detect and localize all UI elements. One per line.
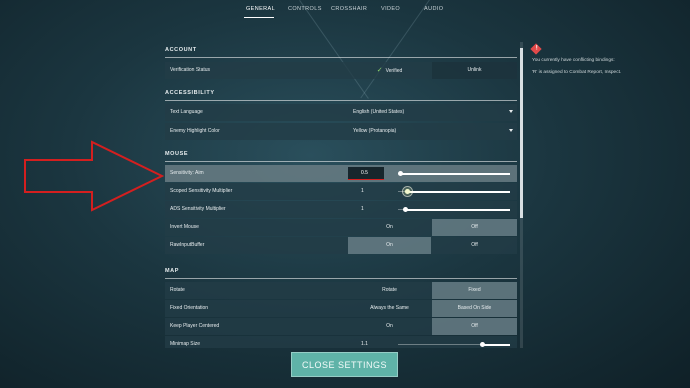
dropdown-value: Yellow (Protanopia) [353,128,397,134]
rotate-option-fixed[interactable]: Fixed [432,282,517,299]
slider-fill [407,190,510,193]
minimap-size-value[interactable]: 1.1 [361,341,368,347]
annotation-underline [348,179,384,180]
settings-panel: ACCOUNT Verification Status ✓ Verified Un… [165,42,517,348]
row-label: Sensitivity: Aim [170,170,204,176]
slider-thumb[interactable] [480,342,485,347]
slider-fill [405,208,510,211]
slider-thumb[interactable] [398,171,403,176]
annotation-arrow-icon [24,140,164,212]
scoped-multiplier-value[interactable]: 1 [361,188,364,194]
row-label: RawInputBuffer [170,242,205,248]
active-tab-indicator [244,17,274,18]
row-verification-status: Verification Status ✓ Verified Unlink [165,62,517,79]
notice-text: 'R' is assigned to Combat Report, Inspec… [532,70,622,75]
row-invert-mouse: Invert Mouse On Off [165,219,517,236]
invert-mouse-on[interactable]: On [348,219,431,236]
slider-thumb[interactable] [405,189,410,194]
keep-centered-off[interactable]: Off [432,318,517,335]
row-label: ADS Sensitivity Multiplier [170,206,226,212]
row-fixed-orientation: Fixed Orientation Always the Same Based … [165,300,517,317]
keep-centered-on[interactable]: On [348,318,431,335]
section-title-map: MAP [165,268,180,274]
row-label: Invert Mouse [170,224,199,230]
raw-input-on[interactable]: On [348,237,431,254]
slider-fill [482,343,510,346]
row-label: Minimap Size [170,341,201,347]
section-title-accessibility: ACCESSIBILITY [165,90,215,96]
section-divider [165,278,517,279]
section-divider [165,161,517,162]
top-nav: GENERAL CONTROLS CROSSHAIR VIDEO AUDIO [0,0,690,22]
rotate-option-rotate[interactable]: Rotate [348,282,431,299]
tab-video[interactable]: VIDEO [381,6,400,12]
tab-crosshair[interactable]: CROSSHAIR [331,6,367,12]
row-scoped-sensitivity: Scoped Sensitivity Multiplier 1 [165,183,517,200]
sensitivity-aim-slider[interactable] [398,171,510,176]
warning-icon: ! [530,43,542,55]
row-keep-player-centered: Keep Player Centered On Off [165,318,517,335]
chevron-down-icon [509,129,513,132]
row-label: Scoped Sensitivity Multiplier [170,188,233,194]
text-language-dropdown[interactable]: English (United States) [348,104,517,121]
scrollbar-thumb[interactable] [520,48,523,218]
ads-multiplier-value[interactable]: 1 [361,206,364,212]
unlink-button[interactable]: Unlink [432,62,517,79]
raw-input-off[interactable]: Off [432,237,517,254]
row-label: Enemy Highlight Color [170,128,220,134]
section-title-mouse: MOUSE [165,151,189,157]
verified-label: Verified [385,68,403,74]
row-sensitivity-aim: Sensitivity: Aim [165,165,517,182]
section-title-account: ACCOUNT [165,47,197,53]
verified-status: ✓ Verified [348,62,431,79]
row-label: Text Language [170,109,203,115]
tab-general[interactable]: GENERAL [246,6,275,12]
row-ads-sensitivity: ADS Sensitivity Multiplier 1 [165,201,517,218]
row-minimap-size: Minimap Size 1.1 [165,336,517,348]
dropdown-value: English (United States) [353,109,405,115]
minimap-size-slider[interactable] [398,342,510,347]
settings-scrollbar[interactable] [520,42,523,348]
scoped-multiplier-slider[interactable] [398,186,510,197]
row-label: Fixed Orientation [170,305,209,311]
row-label: Verification Status [170,67,211,73]
section-divider [165,100,517,101]
notice-text: You currently have conflicting bindings: [532,58,615,63]
highlight-color-dropdown[interactable]: Yellow (Protanopia) [348,123,517,140]
row-raw-input-buffer: RawInputBuffer On Off [165,237,517,254]
tab-audio[interactable]: AUDIO [424,6,443,12]
row-text-language: Text Language English (United States) [165,104,517,121]
slider-thumb[interactable] [403,207,408,212]
ads-multiplier-slider[interactable] [398,207,510,212]
checkmark-icon: ✓ [376,67,383,74]
sensitivity-aim-input[interactable] [348,167,384,179]
tab-controls[interactable]: CONTROLS [288,6,322,12]
chevron-down-icon [509,110,513,113]
row-rotate: Rotate Rotate Fixed [165,282,517,299]
row-label: Rotate [170,287,185,293]
invert-mouse-off[interactable]: Off [432,219,517,236]
orientation-based-on-side[interactable]: Based On Side [432,300,517,317]
section-divider [165,57,517,58]
slider-fill [400,172,510,175]
close-settings-button[interactable]: CLOSE SETTINGS [291,352,398,377]
row-label: Keep Player Centered [170,323,220,329]
row-enemy-highlight-color: Enemy Highlight Color Yellow (Protanopia… [165,123,517,140]
orientation-always-same[interactable]: Always the Same [348,300,431,317]
